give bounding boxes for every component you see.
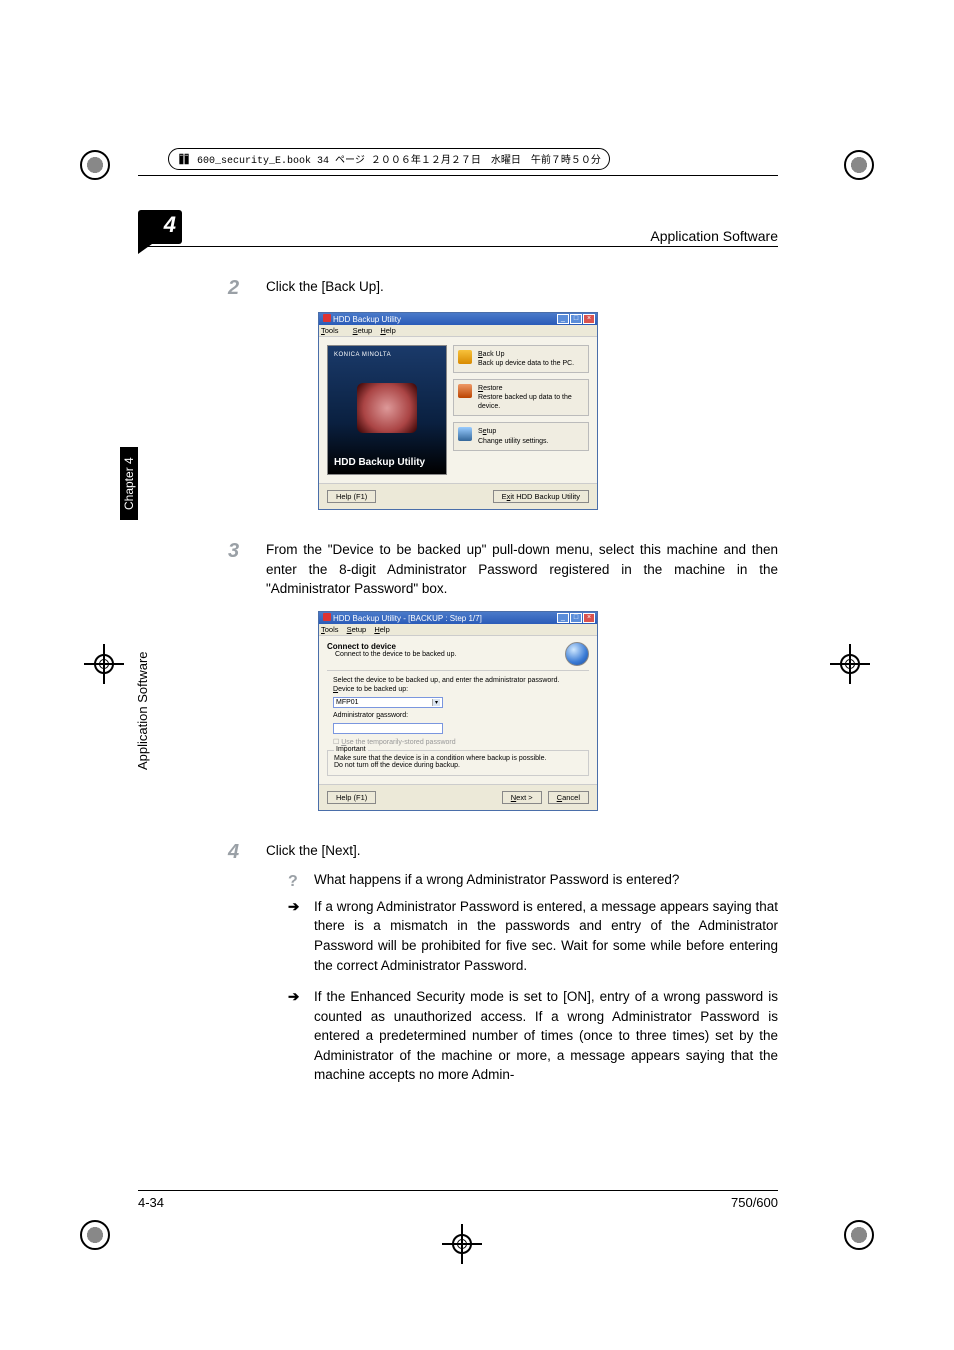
cancel-button[interactable]: Cancel — [548, 791, 589, 804]
question-icon: ? — [288, 870, 306, 893]
km-logo-text: KONICA MINOLTA — [334, 352, 440, 358]
step-number: 2 — [228, 277, 244, 300]
qa-question: What happens if a wrong Administrator Pa… — [314, 870, 679, 893]
wizard-instruction: Select the device to be backed up, and e… — [327, 677, 589, 684]
device-label: Device to be backed up: — [333, 686, 589, 693]
step-number: 4 — [228, 841, 244, 864]
setup-icon — [458, 427, 472, 441]
maximize-button[interactable]: □ — [570, 613, 582, 623]
menu-setup[interactable]: Setup — [347, 625, 367, 634]
window-title: HDD Backup Utility — [323, 314, 401, 324]
password-label: Administrator password: — [333, 712, 589, 719]
menu-help[interactable]: Help — [380, 326, 395, 335]
device-combobox[interactable]: MFP01 ▾ — [333, 697, 443, 708]
important-box: Important Make sure that the device is i… — [327, 750, 589, 776]
menu-setup[interactable]: Setup — [353, 326, 373, 335]
step-text: Click the [Back Up]. — [266, 277, 778, 300]
help-button[interactable]: Help (F1) — [327, 490, 376, 503]
registration-mark — [90, 650, 118, 678]
arrow-icon: ➔ — [288, 987, 306, 1085]
crop-corner-circle — [844, 150, 874, 180]
page-content: 600_security_E.book 34 ページ ２００６年１２月２７日 水… — [138, 150, 778, 1210]
device-illustration — [357, 383, 417, 433]
exit-button[interactable]: Exit HDD Backup Utility — [493, 490, 589, 503]
running-header-title: Application Software — [650, 228, 778, 244]
close-button[interactable]: × — [583, 613, 595, 623]
wizard-heading: Connect to device — [327, 642, 396, 651]
book-icon — [177, 152, 191, 166]
wizard-subheading: Connect to the device to be backed up. — [327, 651, 456, 658]
hdd-wizard-window: HDD Backup Utility - [BACKUP : Step 1/7]… — [318, 611, 598, 811]
hdd-main-window: HDD Backup Utility _ □ × Tools Setup Hel… — [318, 312, 598, 510]
model-number: 750/600 — [731, 1195, 778, 1210]
registration-mark — [448, 1230, 476, 1258]
crop-corner-circle — [80, 1220, 110, 1250]
backup-desc: Back up device data to the PC. — [478, 359, 584, 368]
menu-bar: Tools Setup Help — [319, 624, 597, 636]
password-input[interactable] — [333, 723, 443, 734]
important-line1: Make sure that the device is in a condit… — [334, 755, 582, 762]
window-title: HDD Backup Utility - [BACKUP : Step 1/7] — [323, 613, 482, 623]
arrow-icon: ➔ — [288, 897, 306, 975]
close-button[interactable]: × — [583, 314, 595, 324]
stored-password-checkbox: ☐ Use the temporarily-stored password — [333, 738, 589, 746]
next-button[interactable]: Next > — [502, 791, 542, 804]
hdd-app-title: HDD Backup Utility — [334, 457, 440, 468]
maximize-button[interactable]: □ — [570, 314, 582, 324]
crop-header-text: 600_security_E.book 34 ページ ２００６年１２月２７日 水… — [197, 151, 601, 167]
help-button[interactable]: Help (F1) — [327, 791, 376, 804]
page-number: 4-34 — [138, 1195, 164, 1210]
device-value: MFP01 — [336, 699, 359, 706]
step-number: 3 — [228, 540, 244, 599]
important-line2: Do not turn off the device during backup… — [334, 762, 582, 769]
dropdown-arrow-icon: ▾ — [432, 699, 440, 706]
setup-desc: Change utility settings. — [478, 437, 584, 446]
step-text: From the "Device to be backed up" pull-d… — [266, 540, 778, 599]
menu-tools[interactable]: Tools — [321, 625, 339, 634]
crop-corner-circle — [80, 150, 110, 180]
restore-option[interactable]: Restore Restore backed up data to the de… — [453, 379, 589, 416]
restore-desc: Restore backed up data to the device. — [478, 393, 584, 411]
qa-answer: If the Enhanced Security mode is set to … — [314, 987, 778, 1085]
menu-bar: Tools Setup Help — [319, 325, 597, 337]
minimize-button[interactable]: _ — [557, 314, 569, 324]
crop-corner-circle — [844, 1220, 874, 1250]
side-chapter-tab: Chapter 4 — [120, 447, 138, 520]
globe-icon — [565, 642, 589, 666]
crop-header-rule: 600_security_E.book 34 ページ ２００６年１２月２７日 水… — [138, 150, 778, 176]
step-text: Click the [Next]. — [266, 841, 778, 864]
backup-option[interactable]: Back Up Back up device data to the PC. — [453, 345, 589, 373]
qa-answer: If a wrong Administrator Password is ent… — [314, 897, 778, 975]
restore-icon — [458, 384, 472, 398]
registration-mark — [836, 650, 864, 678]
hdd-branding-panel: KONICA MINOLTA HDD Backup Utility — [327, 345, 447, 475]
setup-option[interactable]: Setup Change utility settings. — [453, 422, 589, 450]
minimize-button[interactable]: _ — [557, 613, 569, 623]
menu-help[interactable]: Help — [374, 625, 389, 634]
menu-tools[interactable]: Tools — [321, 326, 345, 335]
backup-icon — [458, 350, 472, 364]
chapter-badge: 4 — [138, 210, 182, 244]
important-label: Important — [334, 746, 368, 753]
